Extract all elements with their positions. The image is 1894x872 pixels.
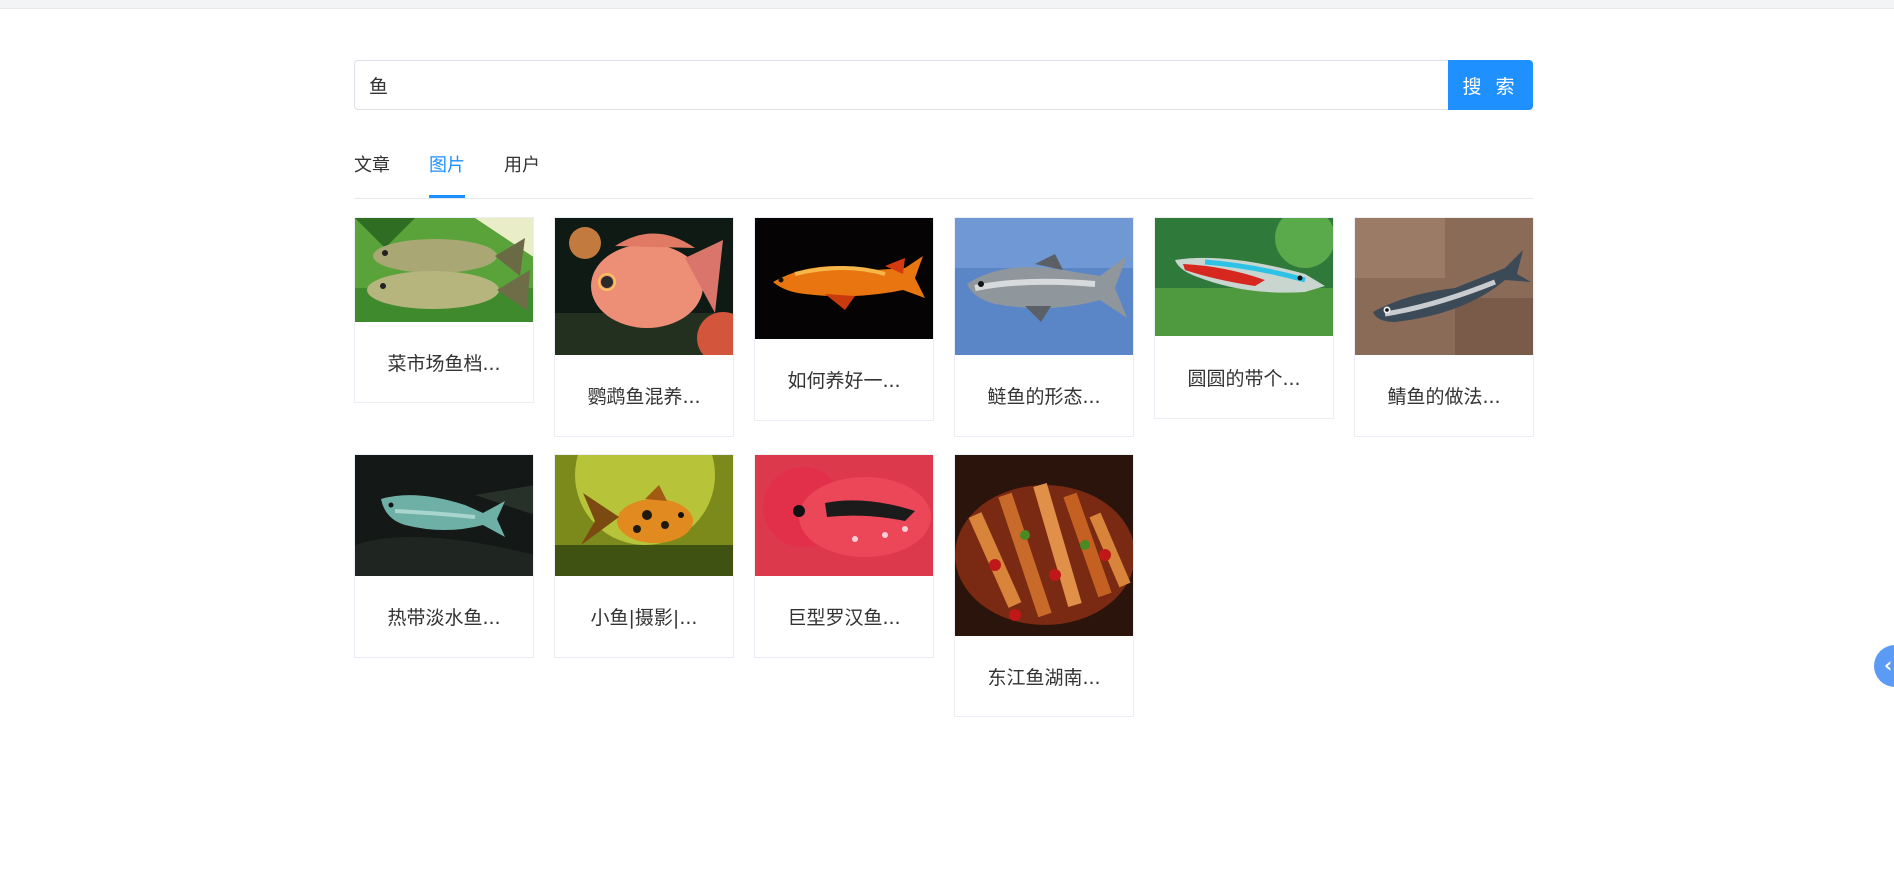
fish-image [755, 218, 933, 339]
image-card[interactable]: 鹦鹉鱼混养... [554, 217, 734, 437]
tab-users[interactable]: 用户 [504, 146, 540, 198]
image-card[interactable]: 热带淡水鱼... [354, 454, 534, 658]
image-card[interactable]: 巨型罗汉鱼... [754, 454, 934, 658]
fish-image [555, 218, 733, 355]
image-card[interactable]: 鲢鱼的形态... [954, 217, 1134, 437]
image-caption: 如何养好一... [787, 370, 901, 392]
image-card[interactable]: 东江鱼湖南... [954, 454, 1134, 717]
search-bar: 搜 索 [354, 60, 1533, 110]
image-results-grid: 菜市场鱼档... 鹦鹉鱼混养... 如何养好一... 鲢鱼的形态... 圆圆的带… [354, 217, 1534, 737]
image-caption: 东江鱼湖南... [987, 667, 1101, 689]
side-panel-toggle[interactable]: ‹ [1874, 645, 1894, 687]
image-card[interactable]: 菜市场鱼档... [354, 217, 534, 403]
image-caption: 鲭鱼的做法... [1387, 386, 1501, 408]
image-caption: 热带淡水鱼... [387, 607, 501, 629]
browser-top-strip [0, 0, 1894, 9]
image-caption: 巨型罗汉鱼... [787, 607, 901, 629]
search-button[interactable]: 搜 索 [1448, 60, 1533, 110]
image-card[interactable]: 鲭鱼的做法... [1354, 217, 1534, 437]
image-card[interactable]: 圆圆的带个... [1154, 217, 1334, 419]
image-card[interactable]: 小鱼|摄影|... [554, 454, 734, 658]
fish-image [1155, 218, 1333, 336]
search-input[interactable] [354, 60, 1448, 110]
tab-images[interactable]: 图片 [429, 146, 465, 198]
food-image [955, 455, 1133, 636]
image-caption: 小鱼|摄影|... [590, 607, 698, 629]
image-caption: 圆圆的带个... [1187, 368, 1301, 390]
image-caption: 菜市场鱼档... [387, 353, 501, 375]
tab-articles[interactable]: 文章 [354, 146, 390, 198]
image-caption: 鹦鹉鱼混养... [587, 386, 701, 408]
result-type-tabs: 文章 图片 用户 [354, 146, 1533, 199]
chevron-left-icon: ‹ [1884, 653, 1893, 677]
fish-image [1355, 218, 1533, 355]
fish-image [355, 218, 533, 322]
image-caption: 鲢鱼的形态... [987, 386, 1101, 408]
image-card[interactable]: 如何养好一... [754, 217, 934, 421]
fish-image [755, 455, 933, 576]
search-page: 搜 索 文章 图片 用户 菜市 [354, 60, 1534, 737]
fish-image [355, 455, 533, 576]
fish-image [555, 455, 733, 576]
fish-image [955, 218, 1133, 355]
